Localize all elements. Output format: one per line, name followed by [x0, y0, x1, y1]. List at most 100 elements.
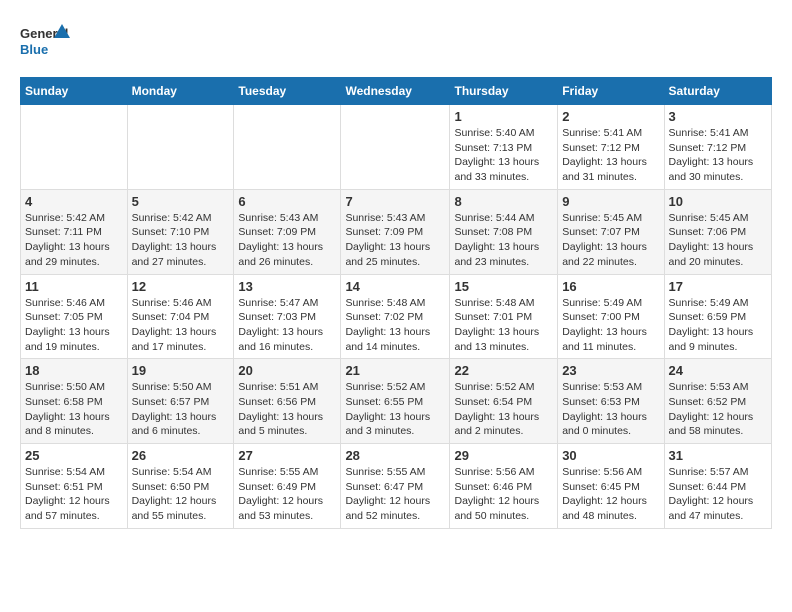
calendar-cell: 24 Sunrise: 5:53 AM Sunset: 6:52 PM Dayli… — [664, 359, 771, 444]
day-number: 9 — [562, 194, 659, 209]
calendar-cell — [234, 105, 341, 190]
day-number: 24 — [669, 363, 767, 378]
day-info: Sunrise: 5:43 AM Sunset: 7:09 PM Dayligh… — [345, 211, 445, 270]
day-number: 1 — [454, 109, 553, 124]
day-info: Sunrise: 5:48 AM Sunset: 7:01 PM Dayligh… — [454, 296, 553, 355]
day-number: 30 — [562, 448, 659, 463]
weekday-header-row: SundayMondayTuesdayWednesdayThursdayFrid… — [21, 78, 772, 105]
day-info: Sunrise: 5:49 AM Sunset: 6:59 PM Dayligh… — [669, 296, 767, 355]
day-info: Sunrise: 5:56 AM Sunset: 6:45 PM Dayligh… — [562, 465, 659, 524]
calendar-cell: 27 Sunrise: 5:55 AM Sunset: 6:49 PM Dayli… — [234, 444, 341, 529]
calendar-week-row: 4 Sunrise: 5:42 AM Sunset: 7:11 PM Daylig… — [21, 189, 772, 274]
day-info: Sunrise: 5:57 AM Sunset: 6:44 PM Dayligh… — [669, 465, 767, 524]
weekday-header-monday: Monday — [127, 78, 234, 105]
day-number: 8 — [454, 194, 553, 209]
day-info: Sunrise: 5:44 AM Sunset: 7:08 PM Dayligh… — [454, 211, 553, 270]
day-number: 19 — [132, 363, 230, 378]
day-number: 20 — [238, 363, 336, 378]
weekday-header-tuesday: Tuesday — [234, 78, 341, 105]
calendar-cell: 23 Sunrise: 5:53 AM Sunset: 6:53 PM Dayli… — [558, 359, 664, 444]
day-info: Sunrise: 5:51 AM Sunset: 6:56 PM Dayligh… — [238, 380, 336, 439]
calendar-cell: 4 Sunrise: 5:42 AM Sunset: 7:11 PM Daylig… — [21, 189, 128, 274]
weekday-header-wednesday: Wednesday — [341, 78, 450, 105]
day-number: 5 — [132, 194, 230, 209]
day-info: Sunrise: 5:49 AM Sunset: 7:00 PM Dayligh… — [562, 296, 659, 355]
day-number: 14 — [345, 279, 445, 294]
calendar-cell: 29Sunrise: 5:56 AM Sunset: 6:46 PM Dayli… — [450, 444, 558, 529]
calendar-cell: 17 Sunrise: 5:49 AM Sunset: 6:59 PM Dayli… — [664, 274, 771, 359]
calendar-cell: 13Sunrise: 5:47 AM Sunset: 7:03 PM Dayli… — [234, 274, 341, 359]
calendar-week-row: 25 Sunrise: 5:54 AM Sunset: 6:51 PM Dayli… — [21, 444, 772, 529]
day-number: 17 — [669, 279, 767, 294]
day-info: Sunrise: 5:45 AM Sunset: 7:06 PM Dayligh… — [669, 211, 767, 270]
calendar-cell: 2 Sunrise: 5:41 AM Sunset: 7:12 PM Daylig… — [558, 105, 664, 190]
day-number: 6 — [238, 194, 336, 209]
day-info: Sunrise: 5:54 AM Sunset: 6:50 PM Dayligh… — [132, 465, 230, 524]
day-number: 18 — [25, 363, 123, 378]
calendar-cell: 22Sunrise: 5:52 AM Sunset: 6:54 PM Dayli… — [450, 359, 558, 444]
calendar-cell: 20 Sunrise: 5:51 AM Sunset: 6:56 PM Dayli… — [234, 359, 341, 444]
day-info: Sunrise: 5:48 AM Sunset: 7:02 PM Dayligh… — [345, 296, 445, 355]
calendar-cell: 18 Sunrise: 5:50 AM Sunset: 6:58 PM Dayli… — [21, 359, 128, 444]
day-info: Sunrise: 5:40 AM Sunset: 7:13 PM Dayligh… — [454, 126, 553, 185]
calendar-cell: 15 Sunrise: 5:48 AM Sunset: 7:01 PM Dayli… — [450, 274, 558, 359]
calendar-cell: 11 Sunrise: 5:46 AM Sunset: 7:05 PM Dayli… — [21, 274, 128, 359]
day-info: Sunrise: 5:53 AM Sunset: 6:53 PM Dayligh… — [562, 380, 659, 439]
calendar-cell: 28Sunrise: 5:55 AM Sunset: 6:47 PM Dayli… — [341, 444, 450, 529]
calendar-cell: 5 Sunrise: 5:42 AM Sunset: 7:10 PM Daylig… — [127, 189, 234, 274]
calendar-cell: 31 Sunrise: 5:57 AM Sunset: 6:44 PM Dayli… — [664, 444, 771, 529]
day-info: Sunrise: 5:50 AM Sunset: 6:58 PM Dayligh… — [25, 380, 123, 439]
day-number: 27 — [238, 448, 336, 463]
calendar-week-row: 1 Sunrise: 5:40 AM Sunset: 7:13 PM Daylig… — [21, 105, 772, 190]
calendar-table: SundayMondayTuesdayWednesdayThursdayFrid… — [20, 77, 772, 529]
day-number: 31 — [669, 448, 767, 463]
day-info: Sunrise: 5:52 AM Sunset: 6:54 PM Dayligh… — [454, 380, 553, 439]
weekday-header-sunday: Sunday — [21, 78, 128, 105]
logo: General Blue — [20, 20, 70, 65]
calendar-week-row: 18 Sunrise: 5:50 AM Sunset: 6:58 PM Dayli… — [21, 359, 772, 444]
day-number: 15 — [454, 279, 553, 294]
calendar-cell: 7Sunrise: 5:43 AM Sunset: 7:09 PM Daylig… — [341, 189, 450, 274]
calendar-week-row: 11 Sunrise: 5:46 AM Sunset: 7:05 PM Dayli… — [21, 274, 772, 359]
day-info: Sunrise: 5:54 AM Sunset: 6:51 PM Dayligh… — [25, 465, 123, 524]
day-info: Sunrise: 5:56 AM Sunset: 6:46 PM Dayligh… — [454, 465, 553, 524]
calendar-cell: 16 Sunrise: 5:49 AM Sunset: 7:00 PM Dayli… — [558, 274, 664, 359]
day-number: 3 — [669, 109, 767, 124]
day-info: Sunrise: 5:53 AM Sunset: 6:52 PM Dayligh… — [669, 380, 767, 439]
day-info: Sunrise: 5:55 AM Sunset: 6:47 PM Dayligh… — [345, 465, 445, 524]
page-header: General Blue — [20, 20, 772, 65]
day-number: 21 — [345, 363, 445, 378]
calendar-cell: 3Sunrise: 5:41 AM Sunset: 7:12 PM Daylig… — [664, 105, 771, 190]
day-info: Sunrise: 5:50 AM Sunset: 6:57 PM Dayligh… — [132, 380, 230, 439]
day-info: Sunrise: 5:41 AM Sunset: 7:12 PM Dayligh… — [562, 126, 659, 185]
day-number: 10 — [669, 194, 767, 209]
svg-text:Blue: Blue — [20, 42, 48, 57]
calendar-cell — [127, 105, 234, 190]
calendar-cell: 10 Sunrise: 5:45 AM Sunset: 7:06 PM Dayli… — [664, 189, 771, 274]
calendar-cell: 14 Sunrise: 5:48 AM Sunset: 7:02 PM Dayli… — [341, 274, 450, 359]
day-number: 4 — [25, 194, 123, 209]
day-info: Sunrise: 5:47 AM Sunset: 7:03 PM Dayligh… — [238, 296, 336, 355]
day-info: Sunrise: 5:45 AM Sunset: 7:07 PM Dayligh… — [562, 211, 659, 270]
day-number: 25 — [25, 448, 123, 463]
day-number: 2 — [562, 109, 659, 124]
day-number: 16 — [562, 279, 659, 294]
calendar-cell: 8 Sunrise: 5:44 AM Sunset: 7:08 PM Daylig… — [450, 189, 558, 274]
weekday-header-friday: Friday — [558, 78, 664, 105]
day-info: Sunrise: 5:46 AM Sunset: 7:05 PM Dayligh… — [25, 296, 123, 355]
day-info: Sunrise: 5:42 AM Sunset: 7:10 PM Dayligh… — [132, 211, 230, 270]
day-number: 12 — [132, 279, 230, 294]
day-number: 11 — [25, 279, 123, 294]
calendar-cell: 9 Sunrise: 5:45 AM Sunset: 7:07 PM Daylig… — [558, 189, 664, 274]
day-number: 23 — [562, 363, 659, 378]
calendar-cell — [21, 105, 128, 190]
calendar-cell: 1 Sunrise: 5:40 AM Sunset: 7:13 PM Daylig… — [450, 105, 558, 190]
calendar-cell: 19 Sunrise: 5:50 AM Sunset: 6:57 PM Dayli… — [127, 359, 234, 444]
day-info: Sunrise: 5:52 AM Sunset: 6:55 PM Dayligh… — [345, 380, 445, 439]
day-info: Sunrise: 5:42 AM Sunset: 7:11 PM Dayligh… — [25, 211, 123, 270]
calendar-cell: 26 Sunrise: 5:54 AM Sunset: 6:50 PM Dayli… — [127, 444, 234, 529]
calendar-cell: 6Sunrise: 5:43 AM Sunset: 7:09 PM Daylig… — [234, 189, 341, 274]
day-info: Sunrise: 5:55 AM Sunset: 6:49 PM Dayligh… — [238, 465, 336, 524]
calendar-cell: 12Sunrise: 5:46 AM Sunset: 7:04 PM Dayli… — [127, 274, 234, 359]
day-number: 26 — [132, 448, 230, 463]
